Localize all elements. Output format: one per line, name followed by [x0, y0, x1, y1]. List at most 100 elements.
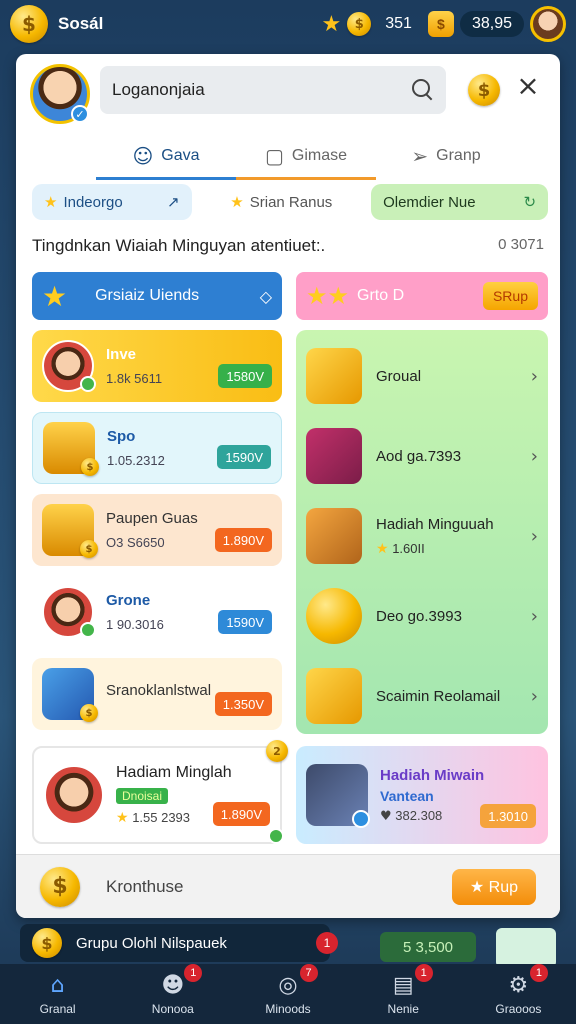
- item-title: Sranoklanlstwal: [106, 681, 212, 699]
- list-item[interactable]: Grone 1 90.3016 1590V: [32, 576, 282, 648]
- feature-card-left[interactable]: Hadiam Minglah Dnoisai ★ 1.55 2393 1.890…: [32, 740, 288, 844]
- filter-indeorgo[interactable]: ★ Indeorgo ↗: [32, 184, 192, 220]
- notification-badge: 1: [316, 932, 338, 954]
- left-header[interactable]: ★ Grsiaiz Uiends ◇: [32, 272, 282, 320]
- notification-badge: 1: [184, 964, 203, 982]
- profile-avatar[interactable]: [530, 6, 566, 42]
- tab-bar: ☺ Gava ▢ Gimase ➢ Granp: [96, 132, 516, 180]
- news-icon: ▤: [392, 972, 414, 998]
- value-badge: 1580V: [218, 364, 272, 388]
- list-item[interactable]: Hadiah Minguuah ★ 1.60II ›: [306, 496, 538, 576]
- star-icon: ★: [376, 540, 389, 557]
- item-title: Spo: [107, 428, 136, 445]
- bottom-nav: ⌂ Granal ☻ Nonooa 1 ◎ Minoods 7 ▤ Nenie …: [0, 964, 576, 1024]
- footer-button-label: Rup: [488, 878, 518, 896]
- item-title: Inve: [106, 346, 137, 363]
- notification-badge: 7: [299, 964, 318, 982]
- gift-icon: [306, 668, 362, 724]
- close-icon[interactable]: ×: [514, 72, 542, 100]
- right-header-title: Grto D: [357, 287, 405, 304]
- chat-icon: ▢: [264, 144, 284, 168]
- coin-icon[interactable]: $: [468, 74, 500, 106]
- nav-friends[interactable]: ☻ Nonooa 1: [115, 964, 230, 1024]
- tab-granp[interactable]: ➢ Granp: [376, 132, 516, 180]
- filter-label: Srian Ranus: [249, 193, 333, 211]
- item-title: Groual: [376, 367, 422, 385]
- search-input[interactable]: Loganonjaia: [112, 80, 205, 100]
- right-header[interactable]: ★★ Grto D SRup: [296, 272, 548, 320]
- list-item[interactable]: $ Sranoklanlstwal 1.350V: [32, 658, 282, 730]
- filter-olemdier-nue[interactable]: Olemdier Nue ↻: [371, 184, 549, 220]
- info-icon: [352, 810, 370, 828]
- stars-value: 351: [385, 15, 412, 32]
- nav-home[interactable]: ⌂ Granal: [0, 964, 115, 1024]
- coin-icon: $: [80, 540, 98, 558]
- signup-button[interactable]: SRup: [482, 282, 538, 310]
- search-icon[interactable]: [412, 79, 434, 101]
- tab-label: Granp: [436, 147, 481, 164]
- list-item[interactable]: Groual ›: [306, 336, 538, 416]
- target-icon: ◎: [278, 972, 298, 998]
- coin-icon: $: [32, 928, 62, 958]
- feature-title: Hadiah Miwain: [380, 766, 485, 784]
- shield-icon: ◇: [259, 286, 272, 306]
- home-icon: ⌂: [50, 972, 65, 998]
- gear-icon: ⚙: [508, 972, 529, 998]
- nav-missions[interactable]: ◎ Minoods 7: [230, 964, 345, 1024]
- notification-badge: 1: [529, 964, 548, 982]
- coin-icon: [306, 588, 362, 644]
- crate-icon: [306, 508, 362, 564]
- nav-settings[interactable]: ⚙ Graooos 1: [461, 964, 576, 1024]
- coin-icon: $: [347, 12, 372, 36]
- filter-label: Indeorgo: [63, 193, 123, 211]
- search-field[interactable]: Loganonjaia: [100, 66, 446, 114]
- nav-label: Minoods: [265, 1001, 311, 1016]
- star-icon: ★: [116, 810, 129, 826]
- item-subtitle-value: 1.60II: [392, 540, 425, 556]
- nav-news[interactable]: ▤ Nenie 1: [346, 964, 461, 1024]
- list-item[interactable]: Aod ga.7393 ›: [306, 416, 538, 496]
- subtitle-text: Tingdnkan Wiaiah Minguyan atentiuet:.: [32, 236, 326, 255]
- nav-label: Granal: [39, 1001, 76, 1016]
- verified-icon: [80, 376, 96, 392]
- value-badge: 1.3010: [480, 804, 536, 828]
- tab-label: Gava: [161, 147, 200, 164]
- item-title: Hadiah Minguuah: [376, 515, 494, 533]
- list-item[interactable]: Scaimin Reolamail ›: [306, 656, 538, 736]
- nav-label: Graooos: [495, 1001, 542, 1016]
- list-item[interactable]: Inve 1.8k 5611 1580V: [32, 330, 282, 402]
- footer-button[interactable]: ★ Rup: [451, 868, 536, 905]
- nav-label: Nonooa: [151, 1001, 194, 1016]
- value-badge: 1590V: [218, 610, 272, 634]
- gift-icon: [306, 348, 362, 404]
- avatar[interactable]: [496, 928, 556, 968]
- diamond-icon: ♥: [380, 808, 392, 824]
- item-subtitle: O3 S6650: [106, 535, 165, 550]
- user-avatar[interactable]: ✓: [30, 64, 90, 124]
- edit-icon: ↗: [166, 193, 180, 211]
- feature-title: Hadiam Minglah: [116, 764, 232, 781]
- notification-strip[interactable]: $ Grupu Olohl Nilspauek 1: [20, 924, 338, 962]
- value-badge: 1.890V: [212, 802, 270, 826]
- feature-card-right[interactable]: Hadiah Miwain Vantean ♥ 382.308 1.3010: [296, 746, 548, 844]
- footer-text: Kronthuse: [106, 876, 184, 896]
- star-icon: ★★: [306, 282, 350, 310]
- strip-value: 5 3,500: [380, 932, 476, 962]
- filter-srian-ranus[interactable]: ★ Srian Ranus: [201, 184, 362, 220]
- panel-footer: $ Kronthuse ★ Rup: [16, 854, 560, 918]
- tab-gimase[interactable]: ▢ Gimase: [236, 132, 376, 180]
- chevron-right-icon: ›: [530, 685, 538, 707]
- phone-icon: [306, 764, 370, 828]
- gift-icon[interactable]: $: [427, 11, 454, 37]
- value-badge: 1.350V: [214, 692, 272, 716]
- coin-icon: $: [81, 458, 99, 476]
- item-subtitle: ★ 1.60II: [376, 541, 494, 557]
- list-item[interactable]: $ Paupen Guas O3 S6650 1.890V: [32, 494, 282, 566]
- list-item[interactable]: $ Spo 1.05.2312 1590V: [32, 412, 282, 484]
- list-item[interactable]: Deo go.3993 ›: [306, 576, 538, 656]
- subtitle-value: 0 3071: [498, 236, 544, 253]
- notification-badge: 1: [414, 964, 433, 982]
- item-title: Scaimin Reolamail: [376, 687, 501, 705]
- treasure-chest-icon: $: [43, 422, 99, 476]
- tab-gava[interactable]: ☺ Gava: [96, 132, 236, 180]
